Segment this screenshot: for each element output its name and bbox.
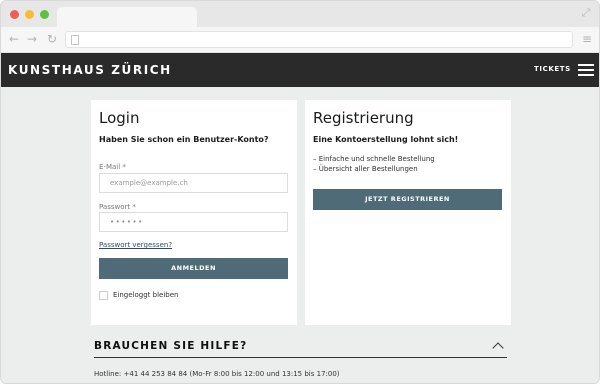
registration-subtitle: Eine Kontoerstellung lohnt sich!: [313, 135, 459, 144]
password-field[interactable]: ••••••: [99, 212, 288, 232]
site-logo[interactable]: KUNSTHAUS ZÜRICH: [8, 63, 172, 77]
expand-icon[interactable]: ⤢: [580, 7, 592, 19]
login-subtitle: Haben Sie schon ein Benutzer-Konto?: [99, 135, 269, 144]
email-field[interactable]: example@example.ch: [99, 173, 288, 193]
password-value: ••••••: [110, 218, 144, 226]
address-bar[interactable]: [65, 31, 573, 48]
minimize-window-button[interactable]: [25, 10, 34, 19]
remember-label[interactable]: Eingeloggt bleiben: [113, 291, 178, 299]
chevron-up-icon[interactable]: [492, 342, 504, 354]
registration-card: Registrierung Eine Kontoerstellung lohnt…: [305, 100, 511, 325]
reload-icon[interactable]: ↻: [45, 32, 59, 46]
close-window-button[interactable]: [10, 10, 19, 19]
browser-tab-bar: ⤢: [1, 1, 599, 27]
registration-title: Registrierung: [313, 109, 414, 127]
hamburger-menu-icon[interactable]: [578, 64, 594, 76]
hotline-text: Hotline: +41 44 253 84 84 (Mo-Fr 8:00 bi…: [94, 370, 340, 378]
browser-tab[interactable]: [57, 7, 197, 27]
login-title: Login: [99, 109, 140, 127]
browser-window: ⤢ ← → ↻ ≡ KUNSTHAUS ZÜRICH TICKETS Login…: [0, 0, 600, 384]
help-title[interactable]: BRAUCHEN SIE HILFE?: [94, 340, 247, 352]
benefit-item: – Einfache und schnelle Bestellung: [313, 155, 435, 163]
arrow-left-icon[interactable]: ←: [7, 32, 21, 46]
benefit-item: – Übersicht aller Bestellungen: [313, 165, 418, 173]
maximize-window-button[interactable]: [40, 10, 49, 19]
menu-icon[interactable]: ≡: [581, 32, 593, 46]
register-button[interactable]: JETZT REGISTRIEREN: [313, 189, 502, 210]
site-header: KUNSTHAUS ZÜRICH TICKETS: [1, 53, 599, 87]
divider: [94, 357, 507, 358]
arrow-right-icon[interactable]: →: [25, 32, 39, 46]
forgot-password-link[interactable]: Passwort vergessen?: [99, 241, 172, 249]
website: KUNSTHAUS ZÜRICH TICKETS Login Haben Sie…: [1, 53, 599, 383]
remember-checkbox[interactable]: [99, 291, 108, 300]
login-card: Login Haben Sie schon ein Benutzer-Konto…: [91, 100, 297, 325]
login-button[interactable]: ANMELDEN: [99, 258, 288, 279]
email-label: E-Mail *: [99, 163, 126, 171]
browser-toolbar: ← → ↻ ≡: [1, 27, 599, 53]
page-icon: [71, 35, 79, 45]
tickets-link[interactable]: TICKETS: [534, 65, 571, 73]
password-label: Passwort *: [99, 203, 136, 211]
